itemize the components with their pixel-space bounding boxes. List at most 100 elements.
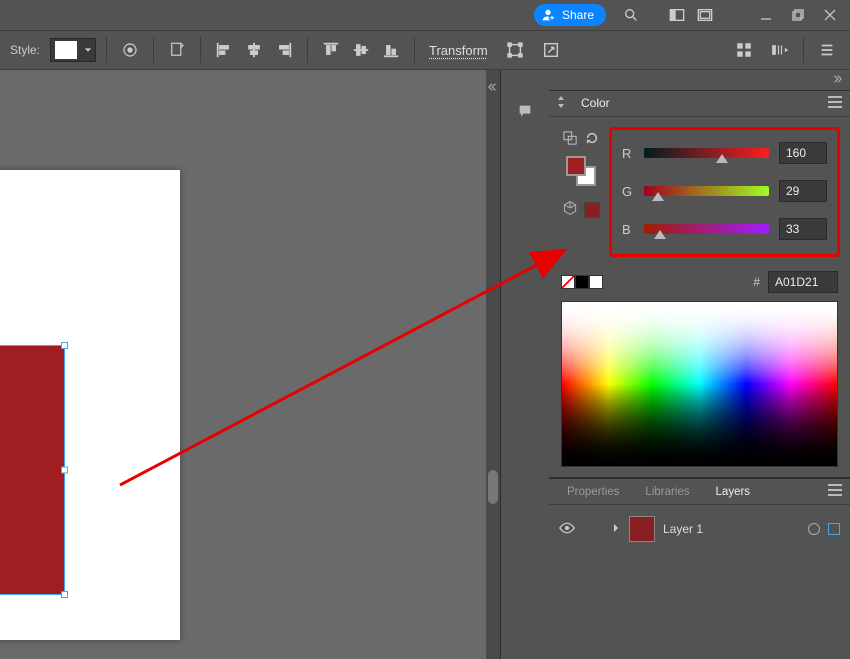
dock-comments-button[interactable]	[510, 98, 540, 124]
none-swatch[interactable]	[561, 275, 575, 289]
hex-value-input[interactable]	[768, 271, 838, 293]
foreground-color-swatch[interactable]	[566, 156, 586, 176]
rgb-sliders-group: R G	[609, 127, 840, 257]
red-slider-track[interactable]	[644, 148, 769, 158]
hamburger-icon	[828, 96, 842, 108]
align-left-button[interactable]	[211, 37, 237, 63]
green-slider-row: G	[622, 180, 827, 202]
transform-link[interactable]: Transform	[425, 43, 492, 58]
cycle-color-button[interactable]	[585, 131, 599, 148]
white-swatch[interactable]	[589, 275, 603, 289]
swatches-stack-icon	[563, 131, 577, 145]
color-panel-menu-button[interactable]	[828, 96, 842, 111]
list-icon	[818, 41, 836, 59]
align-top-icon	[322, 41, 340, 59]
transform-scale-button[interactable]	[538, 37, 564, 63]
window-close-button[interactable]	[816, 4, 844, 26]
selection-handle[interactable]	[61, 591, 68, 598]
maximize-icon	[792, 9, 804, 21]
selection-handle[interactable]	[61, 467, 68, 474]
swap-swatches-button[interactable]	[563, 131, 577, 148]
color-swatch-controls	[559, 127, 603, 257]
blue-label: B	[622, 222, 634, 237]
bounds-icon	[506, 41, 524, 59]
style-swatch-preview	[55, 41, 77, 59]
title-bar: Share	[0, 0, 850, 30]
style-swatch-dropdown[interactable]	[50, 38, 96, 62]
layer-disclosure-toggle[interactable]	[611, 522, 621, 536]
arrange-grid-button[interactable]	[731, 37, 757, 63]
workspace-layout-button-2[interactable]	[694, 4, 716, 26]
options-bar: Style: Transform	[0, 30, 850, 70]
green-slider-track[interactable]	[644, 186, 769, 196]
foreground-background-swatch[interactable]	[566, 156, 596, 186]
libraries-tab[interactable]: Libraries	[635, 480, 699, 504]
scale-icon	[542, 41, 560, 59]
align-hcenter-button[interactable]	[241, 37, 267, 63]
align-left-icon	[215, 41, 233, 59]
window-minimize-button[interactable]	[752, 4, 780, 26]
material-color-swatch[interactable]	[584, 202, 600, 218]
green-value-input[interactable]	[779, 180, 827, 202]
panel-expand-toggle[interactable]	[832, 73, 842, 87]
eye-icon	[559, 522, 575, 534]
scrollbar-thumb[interactable]	[488, 470, 498, 504]
window-maximize-button[interactable]	[784, 4, 812, 26]
shape-orientation-button[interactable]	[164, 37, 190, 63]
blue-slider-thumb[interactable]	[654, 230, 666, 239]
layer-name-label[interactable]: Layer 1	[663, 522, 800, 536]
share-button[interactable]: Share	[534, 4, 606, 26]
blue-slider-track[interactable]	[644, 224, 769, 234]
red-slider-thumb[interactable]	[716, 154, 728, 163]
transform-bounds-button[interactable]	[502, 37, 528, 63]
selected-rectangle-shape[interactable]	[0, 345, 65, 595]
panel-dock-strip	[501, 90, 549, 553]
grid-icon	[735, 41, 753, 59]
color-3d-button[interactable]	[562, 200, 578, 219]
layer-thumbnail[interactable]	[629, 516, 655, 542]
speech-bubble-icon	[516, 103, 534, 119]
hex-hash-label: #	[753, 275, 760, 289]
align-horizontal-group	[211, 37, 297, 63]
distribute-icon	[771, 41, 789, 59]
selection-handle[interactable]	[61, 342, 68, 349]
blue-value-input[interactable]	[779, 218, 827, 240]
search-icon	[623, 7, 639, 23]
panel-drag-handle[interactable]	[557, 96, 565, 111]
align-top-button[interactable]	[318, 37, 344, 63]
red-slider-row: R	[622, 142, 827, 164]
cycle-icon	[585, 131, 599, 145]
align-bottom-button[interactable]	[378, 37, 404, 63]
hamburger-icon	[828, 484, 842, 496]
color-spectrum-picker[interactable]	[561, 301, 838, 467]
align-vcenter-button[interactable]	[348, 37, 374, 63]
green-slider-thumb[interactable]	[652, 192, 664, 201]
quick-swatches	[561, 275, 603, 289]
workspace-layout-button-1[interactable]	[666, 4, 688, 26]
bottom-panel: Properties Libraries Layers Layer 1	[549, 477, 850, 553]
layer-target-indicator[interactable]	[808, 523, 820, 535]
color-panel-tab[interactable]: Color	[571, 91, 620, 116]
layer-row[interactable]: Layer 1	[549, 511, 850, 547]
minimize-icon	[760, 9, 772, 21]
distribute-dropdown[interactable]	[767, 37, 793, 63]
align-right-button[interactable]	[271, 37, 297, 63]
fill-settings-button[interactable]	[117, 37, 143, 63]
search-button[interactable]	[620, 4, 642, 26]
black-swatch[interactable]	[575, 275, 589, 289]
red-value-input[interactable]	[779, 142, 827, 164]
layer-visibility-toggle[interactable]	[559, 522, 575, 537]
properties-tab[interactable]: Properties	[557, 480, 629, 504]
layers-tab[interactable]: Layers	[706, 480, 761, 504]
list-view-button[interactable]	[814, 37, 840, 63]
canvas-area[interactable]	[0, 70, 486, 659]
left-panel-collapse-toggle[interactable]	[484, 74, 502, 100]
layers-panel-menu-button[interactable]	[828, 484, 842, 499]
canvas-vertical-scrollbar[interactable]	[486, 70, 500, 659]
share-avatar-icon	[540, 7, 556, 23]
close-icon	[824, 9, 836, 21]
chevron-down-icon	[84, 46, 92, 54]
align-hcenter-icon	[245, 41, 263, 59]
panel-left-icon	[669, 7, 685, 23]
layer-selection-indicator[interactable]	[828, 523, 840, 535]
